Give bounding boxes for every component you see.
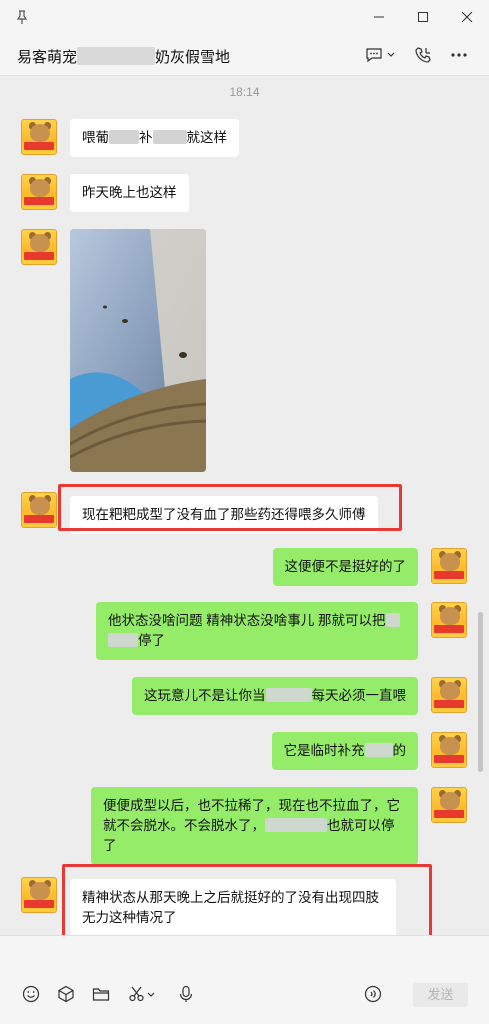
maximize-icon[interactable] — [412, 7, 434, 27]
message-bubble[interactable]: 便便成型以后，也不拉稀了，现在也不拉血了，它就不会脱水。不会脱水了， 也就可以停了 — [91, 787, 418, 865]
chat-header: 易客萌宠 奶灰假雪地 — [0, 34, 489, 76]
avatar[interactable] — [431, 732, 467, 768]
minimize-icon[interactable] — [368, 7, 390, 27]
redacted-block — [152, 130, 187, 144]
message-bubble[interactable]: 它是临时补充 的 — [271, 732, 418, 770]
redacted-block — [77, 47, 156, 65]
avatar[interactable] — [21, 119, 57, 155]
redacted-block — [109, 130, 139, 144]
microphone-icon[interactable] — [176, 984, 196, 1004]
message-text: 喂葡 — [82, 130, 109, 145]
message-bubble[interactable]: 这玩意儿不是让你当 每天必须一直喂 — [132, 677, 418, 715]
message-text: 这便便不是挺好的了 — [284, 559, 407, 574]
avatar[interactable] — [431, 548, 467, 584]
message-bubble[interactable]: 喂葡 补 就这样 — [70, 119, 239, 157]
avatar[interactable] — [21, 174, 57, 210]
message-text: 昨天晚上也这样 — [82, 185, 177, 200]
highlight-box — [62, 864, 432, 940]
window-titlebar — [0, 0, 489, 34]
redacted-block — [108, 633, 138, 647]
chat-title-right: 奶灰假雪地 — [155, 49, 231, 66]
avatar[interactable] — [431, 787, 467, 823]
scissors-icon[interactable] — [128, 984, 158, 1004]
message-text: 它是临时补充 — [283, 743, 365, 758]
redacted-block — [385, 613, 400, 627]
message-bubble[interactable]: 这便便不是挺好的了 — [272, 548, 418, 586]
message-text: 每天必须一直喂 — [311, 688, 407, 703]
redacted-block — [364, 743, 393, 757]
chat-bubble-icon[interactable] — [364, 44, 398, 66]
voice-message-icon[interactable] — [363, 984, 383, 1004]
pin-icon[interactable] — [14, 9, 30, 25]
chat-message-list[interactable]: 18:14 喂葡补就这样 昨天晚上也这样 现在粑粑成型了没有血了那些药还得喂多久… — [0, 77, 489, 940]
message-timestamp: 18:14 — [229, 85, 260, 99]
avatar[interactable] — [21, 877, 57, 913]
send-button[interactable]: 发送 — [413, 983, 468, 1007]
scrollbar[interactable] — [478, 612, 483, 772]
chat-title: 易客萌宠 奶灰假雪地 — [17, 46, 230, 67]
avatar[interactable] — [431, 677, 467, 713]
folder-icon[interactable] — [91, 984, 111, 1004]
chat-title-left: 易客萌宠 — [17, 49, 78, 66]
close-icon[interactable] — [456, 7, 478, 27]
message-text: 就这样 — [186, 130, 228, 145]
message-bubble[interactable]: 他状态没啥问题 精神状态没啥事儿 那就可以把停了 — [96, 602, 418, 660]
message-text: 的 — [392, 743, 407, 758]
more-icon[interactable] — [448, 44, 470, 66]
cube-icon[interactable] — [56, 984, 76, 1004]
avatar[interactable] — [21, 492, 57, 528]
avatar[interactable] — [431, 602, 467, 638]
message-input-area[interactable]: 发送 — [0, 935, 489, 1024]
message-bubble[interactable]: 昨天晚上也这样 — [70, 174, 189, 212]
redacted-block — [265, 688, 312, 702]
message-text: 补 — [139, 130, 153, 145]
message-text: 这玩意儿不是让你当 — [144, 688, 266, 703]
highlight-box — [58, 484, 402, 531]
message-text: 停了 — [138, 633, 165, 648]
emoji-icon[interactable] — [21, 984, 41, 1004]
image-message[interactable] — [70, 229, 206, 472]
phone-call-icon[interactable] — [412, 44, 434, 66]
redacted-block — [265, 818, 327, 832]
message-text: 他状态没啥问题 精神状态没啥事儿 那就可以把 — [108, 613, 386, 628]
avatar[interactable] — [21, 229, 57, 265]
